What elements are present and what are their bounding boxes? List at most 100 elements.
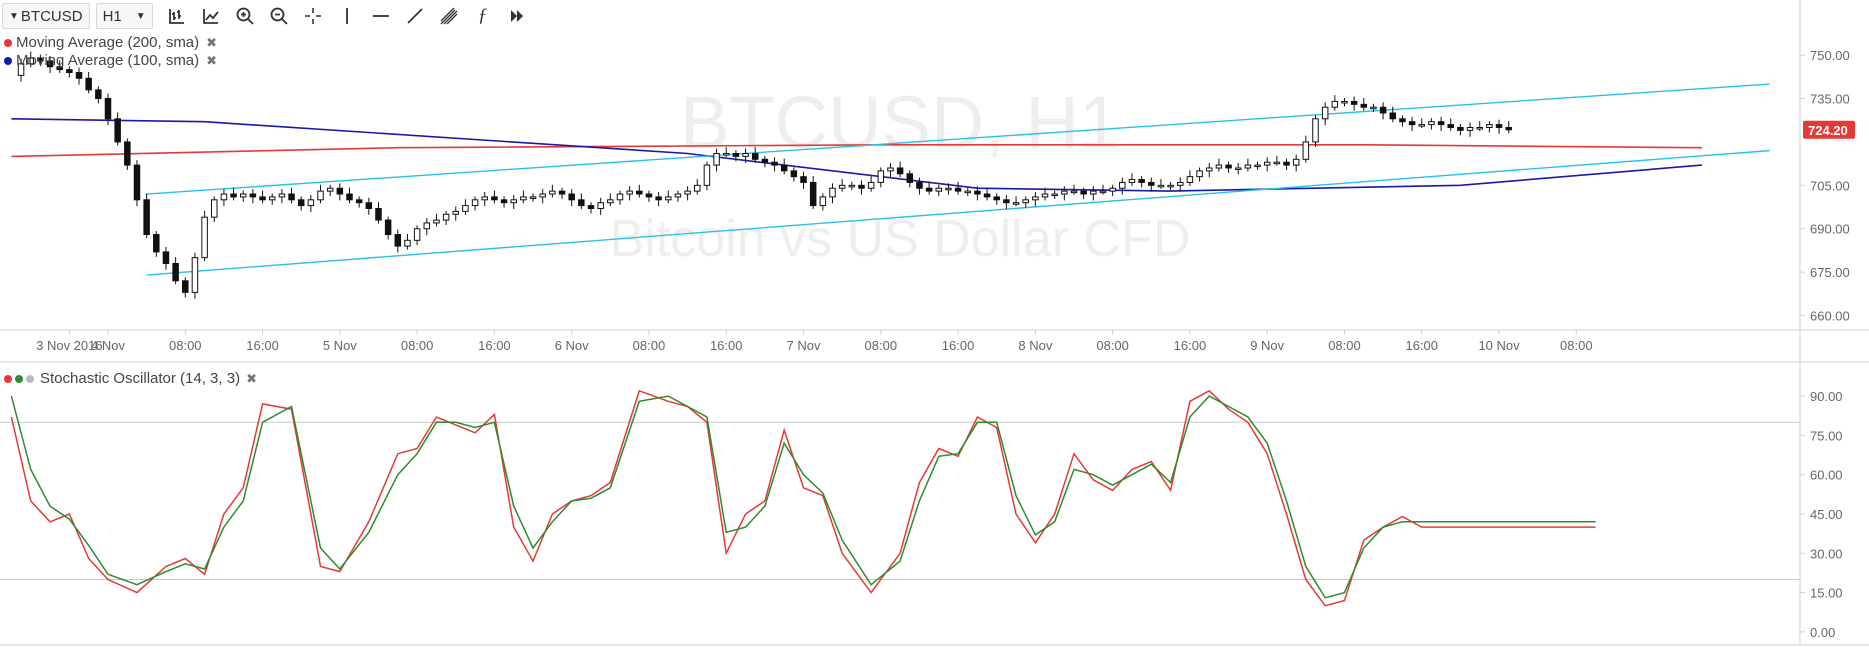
candle-body: [124, 141, 131, 166]
candle-body: [1505, 126, 1512, 131]
horizontal-line-icon[interactable]: [365, 2, 397, 30]
candle-body: [433, 219, 440, 224]
candle-body: [1205, 167, 1213, 172]
stochastic-layer: [10, 389, 1596, 607]
stoch-tick-label: 60.00: [1810, 468, 1843, 483]
candle-body: [829, 187, 836, 198]
candle-body: [230, 193, 237, 198]
chart-root[interactable]: BTCUSD, H1 Bitcoin vs US Dollar CFD 3 No…: [0, 0, 1869, 654]
candle-body: [471, 199, 479, 207]
time-tick-label: 4 Nov: [91, 338, 125, 353]
candle-body: [211, 199, 218, 218]
close-icon[interactable]: ✖: [206, 35, 217, 51]
candle-body: [1109, 187, 1116, 192]
candle-body: [645, 193, 653, 198]
legend-ma200[interactable]: Moving Average (200, sma) ✖: [4, 34, 217, 51]
time-tick-label: 16:00: [710, 338, 743, 353]
candle-body: [790, 170, 798, 178]
caret-down-icon: ▼: [135, 10, 146, 22]
candle-body: [906, 173, 914, 183]
candle-body: [993, 196, 1000, 201]
candle-body: [867, 181, 875, 189]
candle-body: [481, 196, 488, 201]
candle-body: [1428, 121, 1435, 126]
candle-body: [220, 193, 228, 201]
candle-body: [182, 280, 189, 293]
candle-body: [520, 196, 527, 201]
candle-body: [1283, 161, 1290, 166]
candle-body: [1321, 106, 1329, 120]
candle-body: [1495, 124, 1503, 128]
zoom-in-icon[interactable]: [229, 2, 261, 30]
stoch-tick-label: 75.00: [1810, 428, 1843, 443]
candle-body: [114, 118, 121, 143]
candle-body: [655, 196, 662, 201]
price-tick-label: 705.00: [1810, 178, 1850, 193]
more-tools-icon[interactable]: [501, 2, 533, 30]
legend-ma100[interactable]: Moving Average (100, sma) ✖: [4, 52, 217, 69]
candle-body: [896, 167, 904, 175]
time-tick-label: 6 Nov: [555, 338, 589, 353]
candle-body: [800, 176, 807, 183]
candle-body: [462, 205, 469, 212]
bar-style-icon[interactable]: [161, 2, 193, 30]
candle-body: [809, 181, 817, 207]
price-tick-label: 690.00: [1810, 222, 1850, 237]
zoom-out-icon[interactable]: [263, 2, 295, 30]
candle-body: [684, 190, 691, 195]
time-tick-label: 16:00: [478, 338, 511, 353]
candle-body: [887, 167, 894, 172]
candle-body: [848, 184, 856, 188]
chart-canvas[interactable]: BTCUSD, H1 Bitcoin vs US Dollar CFD 3 No…: [0, 0, 1869, 654]
candle-body: [1466, 126, 1474, 131]
candle-body: [935, 187, 943, 192]
candle-body: [1186, 176, 1194, 183]
candle-body: [1408, 121, 1416, 126]
close-icon[interactable]: ✖: [206, 53, 217, 69]
candle-body: [1167, 184, 1174, 188]
symbol-selector[interactable]: ▼ BTCUSD: [2, 3, 90, 29]
caret-down-icon: ▼: [9, 10, 19, 22]
candle-body: [1263, 161, 1271, 166]
candle-body: [974, 190, 981, 195]
pitchfork-icon[interactable]: [433, 2, 465, 30]
candle-body: [587, 205, 595, 209]
time-tick-label: 08:00: [1328, 338, 1361, 353]
candle-body: [1389, 112, 1397, 120]
candle-body: [1331, 100, 1339, 108]
close-icon[interactable]: ✖: [246, 371, 257, 387]
price-tick-label: 750.00: [1810, 48, 1850, 63]
time-tick-label: 08:00: [633, 338, 666, 353]
candle-body: [1196, 170, 1203, 178]
candle-body: [1437, 121, 1445, 126]
candle-body: [1234, 167, 1242, 170]
candle-body: [1157, 184, 1165, 188]
candle-body: [1215, 164, 1223, 169]
add-indicator-icon[interactable]: [195, 2, 227, 30]
candle-body: [742, 153, 749, 157]
legend-stochastic[interactable]: Stochastic Oscillator (14, 3, 3) ✖: [4, 370, 257, 387]
candle-body: [104, 98, 112, 120]
candle-body: [1350, 100, 1358, 105]
crosshair-icon[interactable]: [297, 2, 329, 30]
candle-body: [558, 190, 566, 195]
candle-body: [607, 199, 614, 204]
interval-selector[interactable]: H1 ▼: [95, 3, 153, 29]
candle-body: [819, 196, 827, 207]
candle-body: [1302, 141, 1310, 160]
time-tick-label: 08:00: [865, 338, 898, 353]
vertical-line-icon[interactable]: [331, 2, 363, 30]
time-tick-label: 08:00: [169, 338, 202, 353]
candle-body: [1148, 181, 1155, 186]
candle-body: [191, 257, 199, 293]
trend-line-icon[interactable]: [399, 2, 431, 30]
candle-body: [162, 251, 170, 264]
candle-body: [916, 181, 923, 189]
candle-body: [578, 199, 585, 207]
candle-body: [510, 199, 517, 204]
candle-body: [1012, 202, 1020, 205]
time-tick-label: 5 Nov: [323, 338, 357, 353]
fibonacci-icon[interactable]: ƒ: [467, 2, 499, 30]
candle-body: [259, 196, 266, 201]
candle-body: [636, 190, 643, 195]
